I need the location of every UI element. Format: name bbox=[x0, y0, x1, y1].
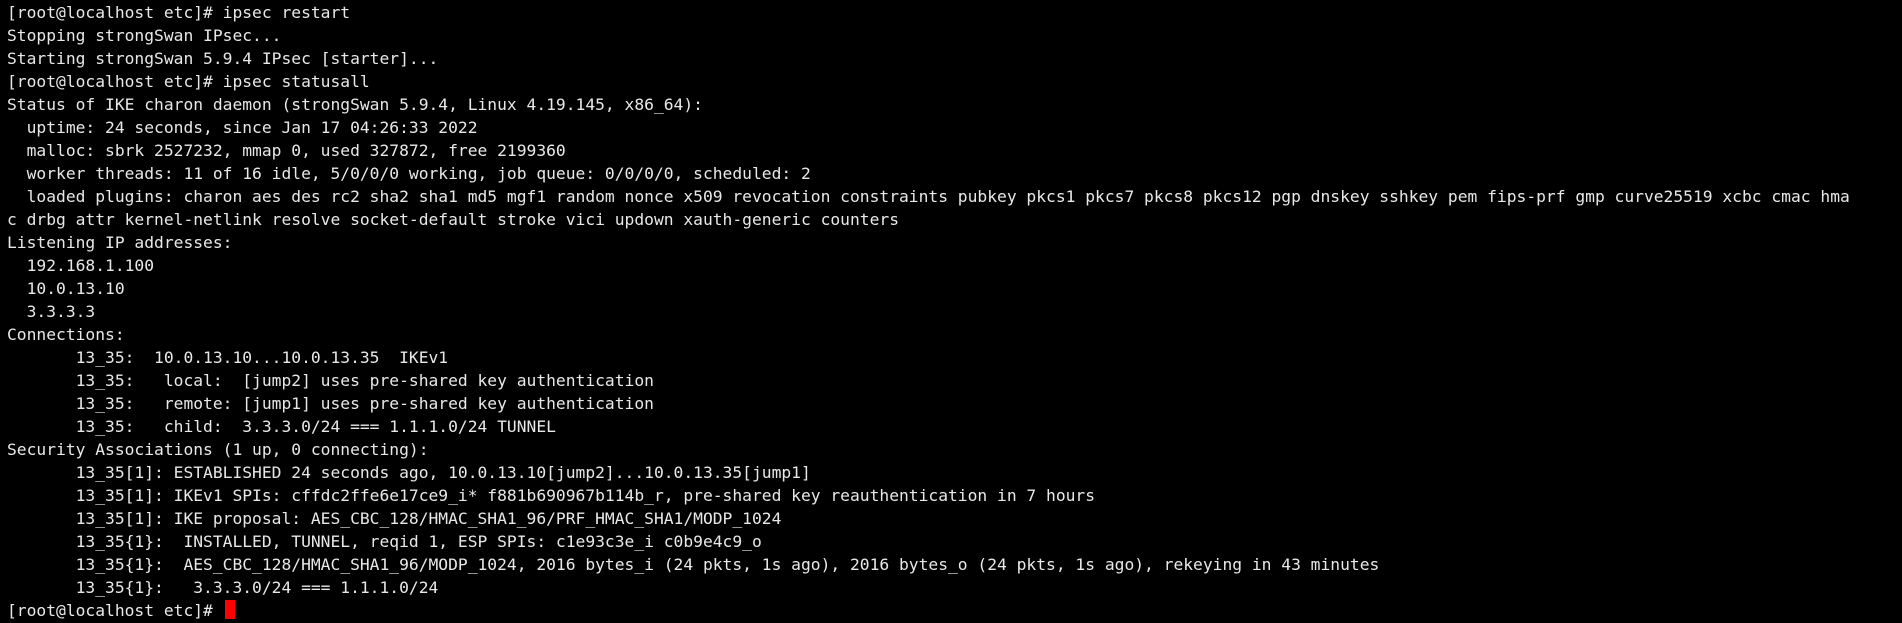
shell-prompt: [root@localhost etc]# bbox=[7, 601, 223, 620]
text-cursor bbox=[224, 600, 235, 619]
output-line: 13_35: child: 3.3.3.0/24 === 1.1.1.0/24 … bbox=[7, 417, 556, 436]
output-line: worker threads: 11 of 16 idle, 5/0/0/0 w… bbox=[7, 164, 811, 183]
output-line: malloc: sbrk 2527232, mmap 0, used 32787… bbox=[7, 141, 566, 160]
output-line: 13_35{1}: AES_CBC_128/HMAC_SHA1_96/MODP_… bbox=[7, 555, 1380, 574]
output-line: 13_35[1]: IKE proposal: AES_CBC_128/HMAC… bbox=[7, 509, 782, 528]
output-line: 13_35[1]: IKEv1 SPIs: cffdc2ffe6e17ce9_i… bbox=[7, 486, 1096, 505]
output-line: uptime: 24 seconds, since Jan 17 04:26:3… bbox=[7, 118, 478, 137]
output-line: 13_35{1}: 3.3.3.0/24 === 1.1.1.0/24 bbox=[7, 578, 439, 597]
output-line: 10.0.13.10 bbox=[7, 279, 125, 298]
terminal-window[interactable]: [root@localhost etc]# ipsec restart Stop… bbox=[0, 0, 1902, 623]
output-line: Status of IKE charon daemon (strongSwan … bbox=[7, 95, 703, 114]
output-line: Starting strongSwan 5.9.4 IPsec [starter… bbox=[7, 49, 439, 68]
output-line: [root@localhost etc]# ipsec restart bbox=[7, 3, 351, 22]
output-line: 13_35: 10.0.13.10...10.0.13.35 IKEv1 bbox=[7, 348, 449, 367]
output-line: 3.3.3.3 bbox=[7, 302, 96, 321]
output-line: Listening IP addresses: bbox=[7, 233, 233, 252]
command-prompt-line[interactable]: [root@localhost etc]# bbox=[7, 599, 1902, 622]
output-line: c drbg attr kernel-netlink resolve socke… bbox=[7, 210, 899, 229]
output-line: Connections: bbox=[7, 325, 125, 344]
terminal-output: [root@localhost etc]# ipsec restart Stop… bbox=[7, 1, 1902, 599]
output-line: 192.168.1.100 bbox=[7, 256, 155, 275]
output-line: 13_35[1]: ESTABLISHED 24 seconds ago, 10… bbox=[7, 463, 811, 482]
output-line: [root@localhost etc]# ipsec statusall bbox=[7, 72, 370, 91]
output-line: 13_35: local: [jump2] uses pre-shared ke… bbox=[7, 371, 654, 390]
output-line: 13_35: remote: [jump1] uses pre-shared k… bbox=[7, 394, 654, 413]
output-line: Stopping strongSwan IPsec... bbox=[7, 26, 282, 45]
output-line: 13_35{1}: INSTALLED, TUNNEL, reqid 1, ES… bbox=[7, 532, 762, 551]
output-line: loaded plugins: charon aes des rc2 sha2 … bbox=[7, 187, 1850, 206]
output-line: Security Associations (1 up, 0 connectin… bbox=[7, 440, 429, 459]
